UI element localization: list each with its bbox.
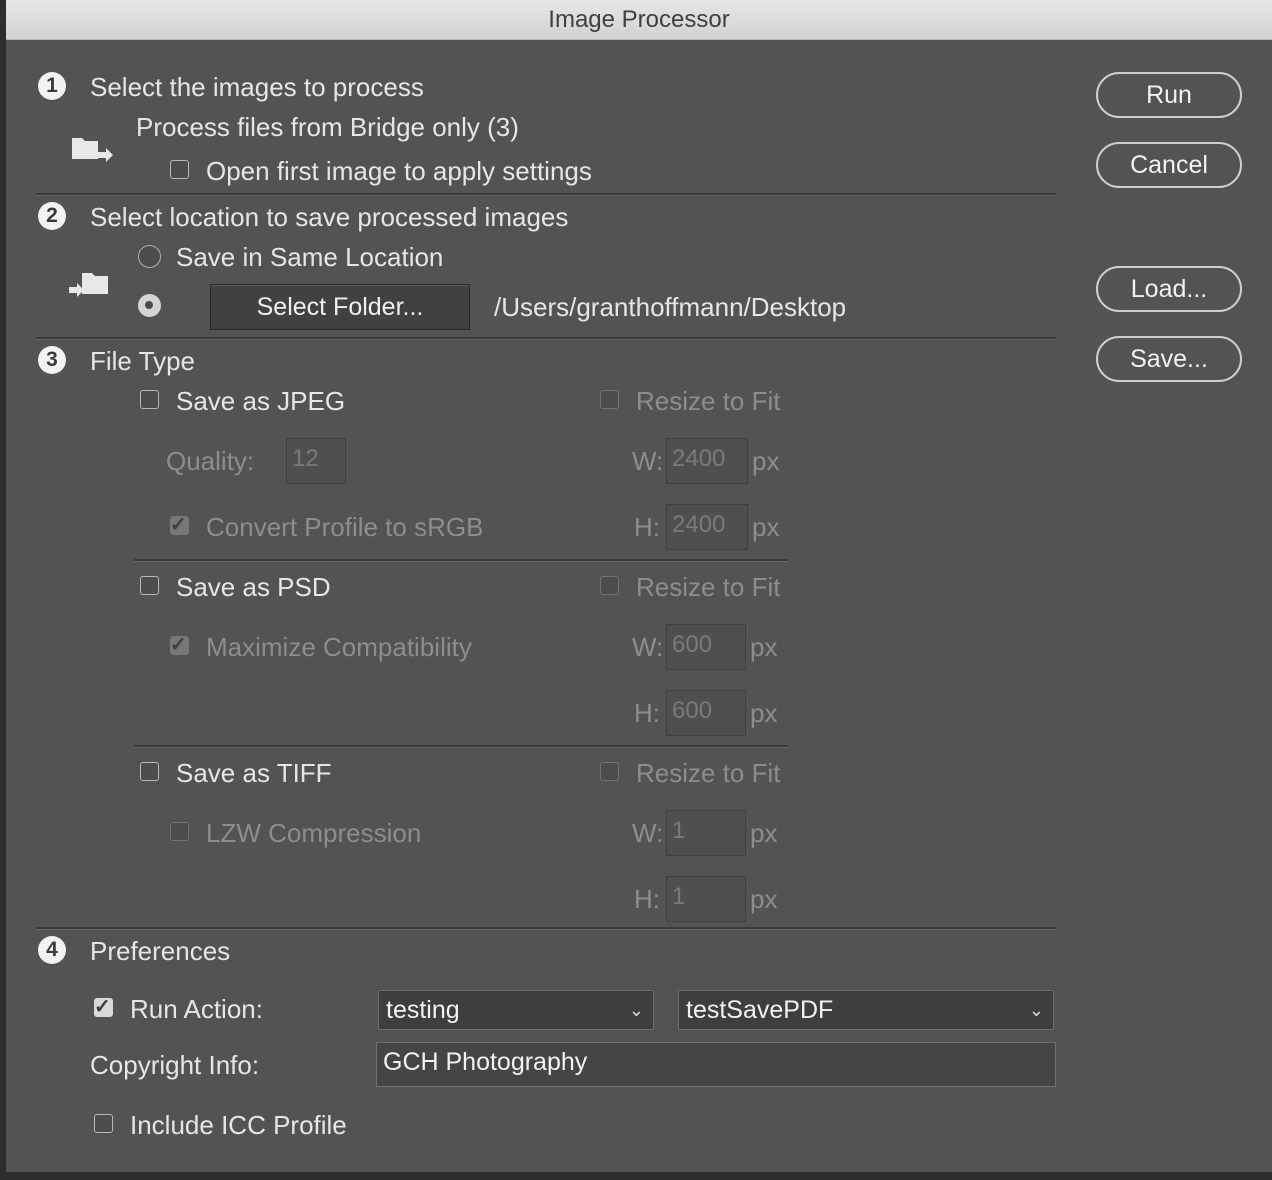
psd-height-field[interactable]: 600 — [666, 690, 746, 736]
copyright-input[interactable]: GCH Photography — [376, 1042, 1056, 1087]
psd-resize-checkbox[interactable] — [600, 576, 619, 595]
jpeg-width-field[interactable]: 2400 — [666, 438, 748, 484]
separator — [36, 193, 1056, 196]
psd-height-label: H: — [634, 698, 660, 728]
separator — [134, 745, 788, 748]
action-name-value: testSavePDF — [686, 996, 834, 1024]
save-as-jpeg-label: Save as JPEG — [176, 386, 346, 416]
save-as-tiff-label: Save as TIFF — [176, 758, 332, 788]
step-2-heading: Select location to save processed images — [90, 202, 569, 232]
tiff-height-label: H: — [634, 884, 660, 914]
jpeg-resize-checkbox[interactable] — [600, 390, 619, 409]
psd-resize-label: Resize to Fit — [636, 572, 781, 602]
psd-width-field[interactable]: 600 — [666, 624, 746, 670]
save-same-location-label: Save in Same Location — [176, 242, 444, 272]
save-button[interactable]: Save... — [1096, 336, 1242, 382]
select-folder-radio[interactable] — [138, 294, 161, 317]
window-title: Image Processor — [6, 0, 1272, 40]
open-first-image-checkbox[interactable] — [170, 160, 189, 179]
jpeg-quality-label: Quality: — [166, 446, 255, 476]
jpeg-width-label: W: — [632, 446, 664, 476]
image-processor-dialog: Image Processor Run Cancel Load... Save.… — [6, 0, 1272, 1172]
bridge-source-icon — [70, 134, 114, 171]
chevron-down-icon: ⌄ — [1028, 1000, 1044, 1020]
tiff-height-unit: px — [750, 884, 778, 914]
lzw-compression-checkbox[interactable] — [170, 822, 189, 841]
open-first-image-label: Open first image to apply settings — [206, 156, 592, 186]
tiff-width-unit: px — [750, 818, 778, 848]
psd-width-label: W: — [632, 632, 664, 662]
save-as-tiff-checkbox[interactable] — [140, 762, 159, 781]
psd-height-unit: px — [750, 698, 778, 728]
maximize-compatibility-label: Maximize Compatibility — [206, 632, 472, 662]
step-4-heading: Preferences — [90, 936, 231, 966]
jpeg-quality-field[interactable]: 12 — [286, 438, 346, 484]
jpeg-height-label: H: — [634, 512, 660, 542]
copyright-label: Copyright Info: — [90, 1050, 260, 1080]
tiff-height-field[interactable]: 1 — [666, 876, 746, 922]
folder-destination-icon — [68, 270, 112, 307]
save-same-location-radio[interactable] — [138, 245, 161, 268]
convert-srgb-label: Convert Profile to sRGB — [206, 512, 484, 542]
save-as-jpeg-checkbox[interactable] — [140, 390, 159, 409]
jpeg-width-unit: px — [752, 446, 780, 476]
tiff-resize-checkbox[interactable] — [600, 762, 619, 781]
tiff-resize-label: Resize to Fit — [636, 758, 781, 788]
tiff-width-field[interactable]: 1 — [666, 810, 746, 856]
process-source-label: Process files from Bridge only (3) — [136, 112, 519, 142]
chevron-down-icon: ⌄ — [628, 1000, 644, 1020]
run-button[interactable]: Run — [1096, 72, 1242, 118]
select-folder-button[interactable]: Select Folder... — [210, 284, 470, 330]
include-icc-checkbox[interactable] — [94, 1114, 113, 1133]
separator — [134, 559, 788, 562]
tiff-width-label: W: — [632, 818, 664, 848]
step-2-badge: 2 — [38, 202, 66, 230]
jpeg-height-unit: px — [752, 512, 780, 542]
separator — [36, 927, 1056, 930]
jpeg-height-field[interactable]: 2400 — [666, 504, 748, 550]
run-action-label: Run Action: — [130, 994, 263, 1024]
lzw-compression-label: LZW Compression — [206, 818, 422, 848]
step-1-heading: Select the images to process — [90, 72, 424, 102]
action-name-select[interactable]: testSavePDF ⌄ — [678, 990, 1054, 1030]
include-icc-label: Include ICC Profile — [130, 1110, 347, 1140]
save-as-psd-label: Save as PSD — [176, 572, 331, 602]
save-as-psd-checkbox[interactable] — [140, 576, 159, 595]
separator — [36, 337, 1056, 340]
cancel-button[interactable]: Cancel — [1096, 142, 1242, 188]
convert-srgb-checkbox[interactable]: ✓ — [170, 514, 189, 536]
run-action-checkbox[interactable]: ✓ — [94, 996, 113, 1018]
maximize-compatibility-checkbox[interactable]: ✓ — [170, 634, 189, 656]
step-1-badge: 1 — [38, 72, 66, 100]
folder-path: /Users/granthoffmann/Desktop — [494, 292, 847, 322]
step-4-badge: 4 — [38, 936, 66, 964]
psd-width-unit: px — [750, 632, 778, 662]
jpeg-resize-label: Resize to Fit — [636, 386, 781, 416]
step-3-heading: File Type — [90, 346, 196, 376]
action-set-select[interactable]: testing ⌄ — [378, 990, 654, 1030]
load-button[interactable]: Load... — [1096, 266, 1242, 312]
step-3-badge: 3 — [38, 346, 66, 374]
action-set-value: testing — [386, 996, 460, 1024]
